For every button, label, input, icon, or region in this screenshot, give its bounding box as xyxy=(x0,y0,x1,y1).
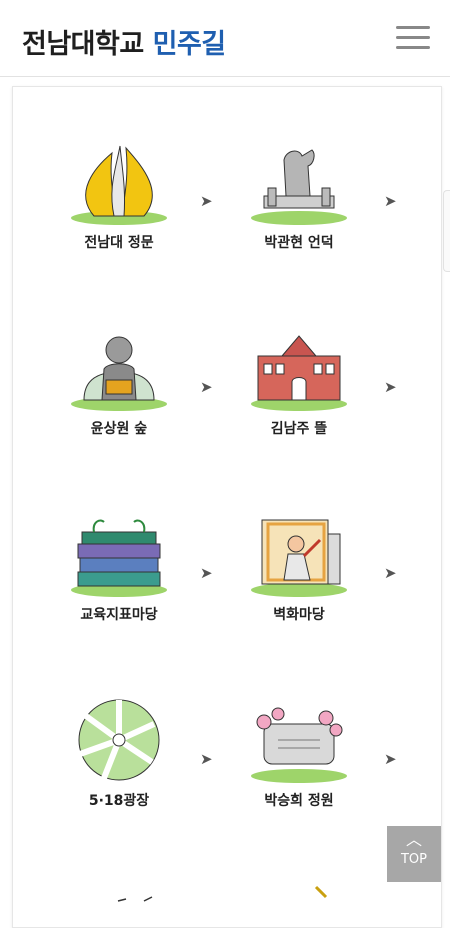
page-title: 전남대학교 민주길 xyxy=(22,22,226,61)
next-arrow-icon: ➤ xyxy=(200,378,213,396)
menu-line xyxy=(396,46,430,49)
stacked-books-icon xyxy=(71,519,167,597)
mural-icon xyxy=(251,519,347,597)
place-label: 박승희 정원 xyxy=(264,793,334,809)
partial-illustration-icon xyxy=(117,896,153,902)
place-tile-main-gate[interactable]: 전남대 정문 xyxy=(64,138,174,252)
next-arrow-icon: ➤ xyxy=(384,750,397,768)
plaza-map-icon xyxy=(78,699,160,781)
next-arrow-icon: ➤ xyxy=(200,192,213,210)
menu-line xyxy=(396,26,430,29)
place-tile-education[interactable]: 교육지표마당 xyxy=(64,510,174,624)
page-title-main: 전남대학교 xyxy=(22,29,144,60)
place-tile-garden[interactable]: 김남주 뜰 xyxy=(244,324,354,438)
next-arrow-icon: ➤ xyxy=(384,192,397,210)
place-tile-memorial-garden[interactable]: 박승희 정원 xyxy=(244,696,354,810)
place-label: 5·18광장 xyxy=(88,793,150,809)
app-header: 전남대학교 민주길 xyxy=(0,0,450,77)
place-label: 교육지표마당 xyxy=(80,607,158,623)
place-tile-forest[interactable]: 윤상원 숲 xyxy=(64,324,174,438)
next-arrow-icon: ➤ xyxy=(384,378,397,396)
place-label: 김남주 뜰 xyxy=(270,421,328,437)
scroll-to-top-button[interactable]: ︿ TOP xyxy=(387,826,441,882)
place-tile-plaza[interactable]: 5·18광장 xyxy=(64,696,174,810)
partial-illustration-icon xyxy=(314,885,328,899)
page-title-accent: 민주길 xyxy=(152,29,227,60)
top-button-label: TOP xyxy=(400,852,427,867)
brick-building-icon xyxy=(251,335,347,411)
place-tile-mural[interactable]: 벽화마당 xyxy=(244,510,354,624)
menu-line xyxy=(396,36,430,39)
main-gate-monument-icon xyxy=(71,145,167,225)
hamburger-menu-icon[interactable] xyxy=(396,26,430,52)
side-panel-tab[interactable] xyxy=(443,190,450,272)
memorial-stone-garden-icon xyxy=(251,707,347,783)
memorial-statue-icon xyxy=(251,149,347,225)
next-row-hint xyxy=(116,888,156,902)
next-row-hint xyxy=(312,884,332,899)
place-label: 윤상원 숲 xyxy=(90,421,148,437)
place-tile-hill[interactable]: 박관현 언덕 xyxy=(244,138,354,252)
place-label: 전남대 정문 xyxy=(84,235,154,251)
next-arrow-icon: ➤ xyxy=(384,564,397,582)
next-arrow-icon: ➤ xyxy=(200,564,213,582)
next-arrow-icon: ➤ xyxy=(200,750,213,768)
bust-statue-icon xyxy=(71,336,167,411)
place-label: 벽화마당 xyxy=(273,607,325,623)
place-label: 박관현 언덕 xyxy=(264,235,334,251)
chevron-up-icon: ︿ xyxy=(405,830,422,849)
